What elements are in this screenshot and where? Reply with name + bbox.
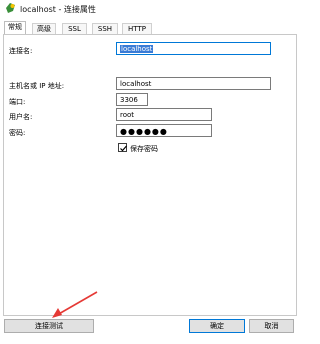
- username-label: 用户名:: [9, 113, 33, 121]
- connection-name-label: 连接名:: [9, 47, 33, 55]
- cancel-button[interactable]: 取消: [249, 319, 294, 333]
- title-bar: localhost - 连接属性: [0, 0, 300, 18]
- host-value: localhost: [120, 80, 152, 88]
- port-label: 端口:: [9, 98, 26, 106]
- port-value: 3306: [120, 96, 138, 104]
- tab-ssh[interactable]: SSH: [92, 23, 118, 34]
- tab-http[interactable]: HTTP: [122, 23, 152, 34]
- port-input[interactable]: 3306: [116, 93, 148, 106]
- save-password-label: 保存密码: [130, 145, 158, 153]
- password-value: ●●●●●●: [120, 127, 168, 136]
- username-input[interactable]: root: [116, 108, 212, 121]
- save-password-checkbox[interactable]: [118, 143, 127, 152]
- annotation-arrow-icon: [52, 291, 98, 318]
- tab-general[interactable]: 常规: [4, 21, 26, 35]
- password-label: 密码:: [9, 129, 26, 137]
- tab-advanced[interactable]: 高级: [32, 23, 56, 34]
- password-input[interactable]: ●●●●●●: [116, 124, 212, 137]
- checkmark-icon: [120, 145, 127, 152]
- host-input[interactable]: localhost: [116, 77, 271, 90]
- test-connection-button[interactable]: 连接测试: [4, 319, 94, 333]
- tab-strip: 常规 高级 SSL SSH HTTP: [0, 21, 300, 35]
- connection-app-icon: [4, 2, 17, 15]
- connection-name-input[interactable]: localhost: [116, 42, 271, 55]
- connection-name-value: localhost: [120, 45, 154, 53]
- tab-ssl[interactable]: SSL: [62, 23, 87, 34]
- host-label: 主机名或 IP 地址:: [9, 82, 65, 90]
- window-title: localhost - 连接属性: [20, 5, 96, 14]
- username-value: root: [120, 111, 135, 119]
- ok-button[interactable]: 确定: [189, 319, 245, 333]
